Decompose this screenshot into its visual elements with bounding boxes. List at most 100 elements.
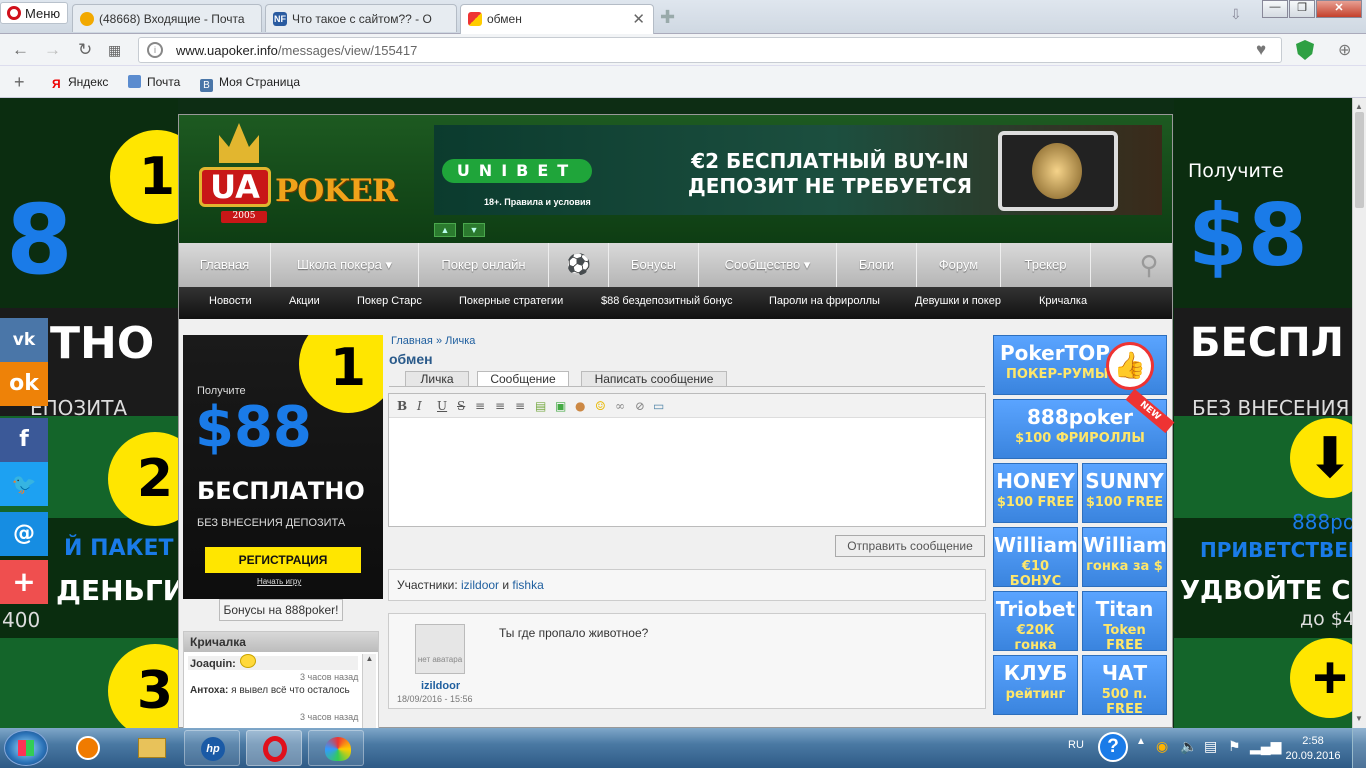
bonus-888-button[interactable]: Бонусы на 888poker! xyxy=(219,599,343,621)
add-bookmark-icon[interactable]: + xyxy=(14,72,25,93)
clock[interactable]: 2:58 20.09.2016 xyxy=(1284,734,1342,764)
twitter-share-icon[interactable]: 🐦 xyxy=(0,462,48,506)
help-icon[interactable]: ? xyxy=(1098,732,1128,762)
promo-honey[interactable]: HONEY $100 FREE xyxy=(993,463,1078,523)
volume-icon[interactable]: 🔈 xyxy=(1180,738,1197,755)
tab-menu-icon[interactable]: ⇩ xyxy=(1230,6,1242,23)
nav-poker-online[interactable]: Покер онлайн xyxy=(419,243,549,287)
tab-mail[interactable]: (48668) Входящие - Почта xyxy=(72,4,262,32)
tab-message[interactable]: Сообщение xyxy=(477,371,569,387)
explorer-icon[interactable] xyxy=(122,730,178,766)
subnav-strategies[interactable]: Покерные стратегии xyxy=(459,295,563,307)
subnav-girls[interactable]: Девушки и покер xyxy=(915,295,1001,307)
bold-icon[interactable]: B xyxy=(397,399,407,413)
search-icon[interactable]: ⚲ xyxy=(1126,243,1172,287)
strike-icon[interactable]: S xyxy=(457,399,465,413)
tab-write-message[interactable]: Написать сообщение xyxy=(581,371,727,387)
minimize-window-button[interactable]: — xyxy=(1262,0,1288,18)
align-center-icon[interactable]: ≡ xyxy=(495,399,505,413)
shoutbox-scrollbar[interactable]: ▲ xyxy=(362,654,376,728)
bookmark-mail[interactable]: Почта xyxy=(128,75,180,89)
underline-icon[interactable]: U xyxy=(437,399,447,413)
tab-current[interactable]: обмен ✕ xyxy=(460,4,654,34)
avast-icon[interactable]: ◉ xyxy=(1156,738,1168,755)
new-tab-icon[interactable]: ✚ xyxy=(660,7,675,28)
breadcrumb-home[interactable]: Главная xyxy=(391,335,433,347)
url-text[interactable]: www.uapoker.info/messages/view/155417 xyxy=(176,43,417,58)
close-tab-icon[interactable]: ✕ xyxy=(632,10,645,28)
link-icon[interactable]: ▤ xyxy=(535,399,546,413)
subnav-shoutbox[interactable]: Кричалка xyxy=(1039,295,1087,307)
subnav-pokerstars[interactable]: Покер Старс xyxy=(357,295,422,307)
message-editor[interactable]: B I U S ≡ ≡ ≡ ▤ ▣ ● ☺ ∞ ⊘ ▭ xyxy=(388,393,986,527)
nav-school[interactable]: Школа покера ▾ xyxy=(271,243,419,287)
promo-chat[interactable]: ЧАТ 500 п. FREE xyxy=(1082,655,1167,717)
download-icon[interactable]: ⊕ xyxy=(1338,40,1351,60)
nav-forum[interactable]: Форум xyxy=(917,243,1001,287)
banner-prev-icon[interactable]: ▲ xyxy=(434,223,456,237)
opera-menu-button[interactable]: Меню xyxy=(0,2,68,24)
unlink-icon[interactable]: ⊘ xyxy=(635,399,645,413)
italic-icon[interactable]: I xyxy=(417,399,422,413)
subnav-88-bonus[interactable]: $88 бездепозитный бонус xyxy=(601,295,733,307)
site-info-icon[interactable]: i xyxy=(147,42,163,58)
unibet-banner[interactable]: UNIBET 18+. Правила и условия €2 БЕСПЛАТ… xyxy=(434,125,1162,215)
more-share-icon[interactable]: + xyxy=(0,560,48,604)
vk-share-icon[interactable]: vk xyxy=(0,318,48,362)
promo-triobet[interactable]: Triobet €20К гонка xyxy=(993,591,1078,653)
banner-next-icon[interactable]: ▼ xyxy=(463,223,485,237)
shout-user[interactable]: Joaquin: xyxy=(190,658,236,670)
bookmark-vk[interactable]: B Моя Страница xyxy=(200,75,300,92)
nav-tracker[interactable]: Трекер xyxy=(1001,243,1091,287)
align-left-icon[interactable]: ≡ xyxy=(475,399,485,413)
promo-888poker[interactable]: 888poker $100 ФРИРОЛЛЫ NEW xyxy=(993,388,1175,459)
code-icon[interactable]: ▭ xyxy=(653,399,664,413)
tab-forum[interactable]: NF Что такое с сайтом?? - О xyxy=(265,4,457,32)
page-scrollbar[interactable]: ▲ ▼ xyxy=(1352,98,1366,728)
football-icon[interactable]: ⚽ xyxy=(549,243,609,287)
close-window-button[interactable]: ✕ xyxy=(1316,0,1362,18)
logo-text[interactable]: POKER xyxy=(275,173,398,209)
promo-pokertop[interactable]: PokerTOP ПОКЕР-РУМЫ 👍 xyxy=(993,335,1167,395)
ad-888poker[interactable]: 1 Получите $88 БЕСПЛАТНО БЕЗ ВНЕСЕНИЯ ДЕ… xyxy=(183,335,383,599)
subnav-news[interactable]: Новости xyxy=(209,295,252,307)
promo-william-bonus[interactable]: William €10 БОНУС xyxy=(993,527,1078,589)
message-author[interactable]: izildoor xyxy=(421,680,460,692)
color-icon[interactable]: ● xyxy=(575,399,585,413)
nav-community[interactable]: Сообщество ▾ xyxy=(699,243,837,287)
breadcrumb-section[interactable]: Личка xyxy=(445,335,475,347)
nav-blogs[interactable]: Блоги xyxy=(837,243,917,287)
mail-share-icon[interactable]: @ xyxy=(0,512,48,556)
subnav-promos[interactable]: Акции xyxy=(289,295,320,307)
show-desktop-button[interactable] xyxy=(1352,728,1366,768)
subnav-freeroll-passwords[interactable]: Пароли на фрироллы xyxy=(769,295,880,307)
tab-inbox[interactable]: Личка xyxy=(405,371,469,387)
align-right-icon[interactable]: ≡ xyxy=(515,399,525,413)
nav-home[interactable]: Главная xyxy=(179,243,271,287)
hp-app-icon[interactable]: hp xyxy=(184,730,240,766)
send-message-button[interactable]: Отправить сообщение xyxy=(835,535,985,557)
right-side-ad[interactable]: Получите $8 БЕСПЛ БЕЗ ВНЕСЕНИЯ ⬇ 888ро П… xyxy=(1174,98,1352,728)
smiley-icon[interactable]: ☺ xyxy=(595,399,606,413)
bookmark-yandex[interactable]: Я Яндекс xyxy=(52,75,108,91)
promo-william-race[interactable]: William гонка за $ xyxy=(1082,527,1167,587)
back-icon[interactable]: ← xyxy=(12,40,29,60)
facebook-share-icon[interactable]: f xyxy=(0,418,48,462)
ok-share-icon[interactable]: ok xyxy=(0,362,48,406)
reload-icon[interactable]: ↻ xyxy=(78,40,92,60)
participant-link[interactable]: izildoor xyxy=(461,578,499,592)
promo-sunny[interactable]: SUNNY $100 FREE xyxy=(1082,463,1167,523)
opera-taskbar-icon[interactable] xyxy=(246,730,302,766)
show-hidden-icons-icon[interactable]: ▲ xyxy=(1136,736,1146,747)
paint-icon[interactable] xyxy=(308,730,364,766)
left-side-ad[interactable]: 1 8 ТНО ЕПОЗИТА 2 Й ПАКЕТ ДЕНЬГИ 400 3 xyxy=(0,98,178,728)
speed-dial-icon[interactable]: ▦ xyxy=(108,42,121,59)
nav-bonuses[interactable]: Бонусы xyxy=(609,243,699,287)
flag-icon[interactable]: ⚑ xyxy=(1228,738,1241,755)
register-button[interactable]: РЕГИСТРАЦИЯ xyxy=(205,547,361,573)
site-logo[interactable]: UA xyxy=(199,167,271,207)
promo-club[interactable]: КЛУБ рейтинг xyxy=(993,655,1078,715)
participant-link[interactable]: fishka xyxy=(512,578,543,592)
quote-icon[interactable]: ∞ xyxy=(615,399,625,413)
bookmark-heart-icon[interactable]: ♥ xyxy=(1256,40,1266,60)
